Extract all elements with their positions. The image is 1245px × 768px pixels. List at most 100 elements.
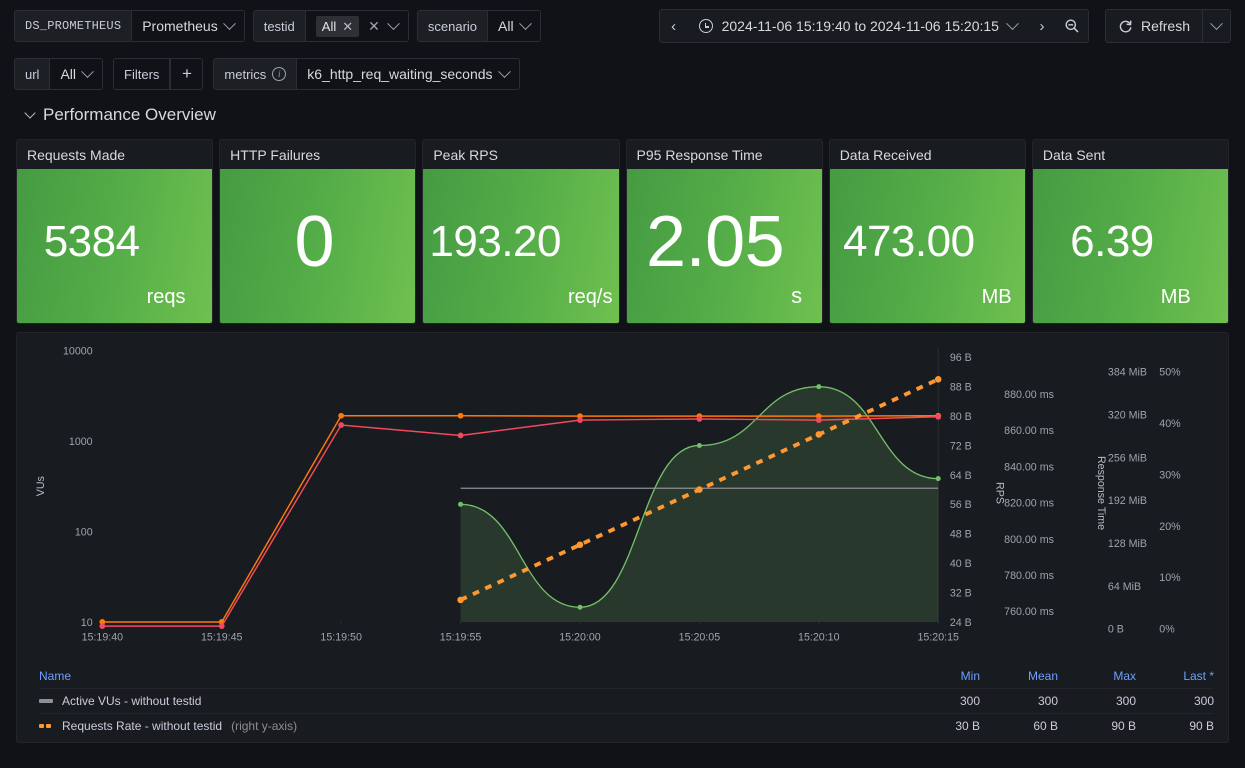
svg-text:0 B: 0 B — [1108, 624, 1124, 636]
datasource-variable-label: DS_PROMETHEUS — [15, 11, 133, 41]
stat-panel-p95-response-time[interactable]: P95 Response Time 2.05 s — [625, 139, 823, 324]
series-color-swatch — [39, 724, 53, 728]
chevron-down-icon — [387, 16, 400, 30]
legend-col-min[interactable]: Min — [902, 669, 980, 683]
filters-variable[interactable]: Filters + — [113, 58, 204, 90]
svg-text:56 B: 56 B — [950, 499, 972, 511]
scenario-variable[interactable]: scenario All — [416, 10, 541, 42]
svg-text:Response Time: Response Time — [1095, 456, 1107, 530]
testid-selected-pill[interactable]: All ✕ — [315, 15, 360, 37]
testid-variable[interactable]: testid All ✕ ✕ — [252, 10, 409, 42]
svg-text:30%: 30% — [1159, 469, 1181, 481]
stat-value: 193.20 — [429, 217, 561, 266]
url-variable[interactable]: url All — [14, 58, 104, 90]
testid-variable-value[interactable]: All ✕ ✕ — [305, 11, 408, 41]
stat-panel-data-received[interactable]: Data Received 473.00 MB — [828, 139, 1026, 324]
zoom-out-icon[interactable] — [1055, 10, 1088, 42]
legend-value-mean: 300 — [1037, 694, 1058, 708]
metrics-variable[interactable]: metrics i k6_http_req_waiting_seconds — [213, 58, 520, 90]
refresh-label: Refresh — [1140, 18, 1190, 34]
legend-row[interactable]: Active VUs - without testid 300 300 300 … — [39, 688, 1214, 713]
legend-row[interactable]: Requests Rate - without testid (right y-… — [39, 713, 1214, 738]
refresh-interval-dropdown[interactable] — [1202, 10, 1230, 42]
svg-text:32 B: 32 B — [950, 587, 972, 599]
dashboard-row-header[interactable]: Performance Overview — [0, 96, 1245, 130]
stat-panel-requests-made[interactable]: Requests Made 5384 reqs — [16, 139, 214, 324]
legend-series-name-cell[interactable]: Requests Rate - without testid (right y-… — [39, 719, 902, 733]
legend-col-mean[interactable]: Mean — [980, 669, 1058, 683]
svg-text:64 MiB: 64 MiB — [1108, 581, 1141, 593]
legend-header-row: Name Min Mean Max Last * — [39, 663, 1214, 688]
stat-value: 5384 — [43, 217, 140, 266]
stat-panel-data-sent[interactable]: Data Sent 6.39 MB — [1031, 139, 1230, 324]
add-filter-button[interactable]: + — [170, 59, 203, 89]
time-range-picker[interactable]: ‹ 2024-11-06 15:19:40 to 2024-11-06 15:2… — [658, 9, 1089, 43]
stat-unit: MB — [981, 286, 1012, 308]
svg-text:15:19:55: 15:19:55 — [440, 631, 482, 643]
chevron-down-icon — [497, 64, 511, 78]
svg-text:384 MiB: 384 MiB — [1108, 367, 1147, 379]
stat-value-area: 6.39 MB — [1032, 169, 1229, 323]
stat-value-area: 5384 reqs — [17, 169, 213, 323]
svg-text:780.00 ms: 780.00 ms — [1004, 570, 1054, 582]
legend-series-label: Active VUs - without testid — [62, 694, 202, 708]
svg-text:0%: 0% — [1159, 624, 1175, 636]
stat-panel-peak-rps[interactable]: Peak RPS 193.20 req/s — [422, 139, 620, 324]
scenario-variable-label: scenario — [417, 11, 489, 41]
info-icon[interactable]: i — [272, 67, 287, 81]
legend-value-max: 90 B — [1111, 719, 1136, 733]
clear-selection-icon[interactable]: ✕ — [366, 18, 382, 35]
svg-text:40 B: 40 B — [950, 558, 972, 570]
stat-value: 2.05 — [646, 202, 785, 282]
legend-col-last[interactable]: Last * — [1136, 669, 1214, 683]
legend-series-axis-note: (right y-axis) — [231, 719, 298, 733]
time-shift-forward-button[interactable]: › — [1027, 10, 1056, 42]
svg-text:10%: 10% — [1159, 572, 1181, 584]
legend-col-max[interactable]: Max — [1058, 669, 1136, 683]
legend-col-name[interactable]: Name — [39, 669, 902, 683]
time-range-display[interactable]: 2024-11-06 15:19:40 to 2024-11-06 15:20:… — [687, 10, 1028, 42]
stat-panel-http-failures[interactable]: HTTP Failures 0 — [219, 139, 417, 324]
legend-series-name-cell[interactable]: Active VUs - without testid — [39, 694, 902, 708]
stat-value-area: 0 — [220, 169, 416, 323]
timeseries-panel[interactable]: 15:19:40 15:19:45 15:19:50 15:19:55 15:20:00… — [16, 332, 1229, 743]
svg-text:820.00 ms: 820.00 ms — [1004, 498, 1054, 510]
stat-unit: req/s — [567, 286, 613, 308]
refresh-button[interactable]: Refresh — [1106, 10, 1202, 42]
chevron-down-icon — [222, 16, 236, 30]
row-collapse-icon[interactable] — [24, 107, 36, 119]
svg-text:88 B: 88 B — [950, 382, 972, 394]
svg-text:128 MiB: 128 MiB — [1108, 538, 1147, 550]
stat-value-area: 193.20 req/s — [423, 169, 619, 323]
timeseries-plot[interactable]: 15:19:40 15:19:45 15:19:50 15:19:55 15:20:00… — [17, 333, 1191, 653]
svg-text:40%: 40% — [1159, 418, 1181, 430]
svg-text:96 B: 96 B — [950, 352, 972, 364]
stat-value-area: 2.05 s — [626, 169, 822, 323]
remove-pill-icon[interactable]: ✕ — [342, 20, 353, 33]
svg-text:50%: 50% — [1159, 367, 1181, 379]
scenario-variable-value[interactable]: All — [488, 11, 540, 41]
svg-text:1000: 1000 — [69, 436, 93, 448]
svg-text:15:20:15: 15:20:15 — [917, 631, 959, 643]
svg-text:15:19:40: 15:19:40 — [82, 631, 124, 643]
stat-unit: MB — [1160, 286, 1191, 308]
refresh-picker[interactable]: Refresh — [1104, 9, 1231, 43]
legend-table: Name Min Mean Max Last * Active VUs - wi… — [17, 663, 1228, 742]
svg-text:10000: 10000 — [63, 345, 93, 357]
datasource-variable[interactable]: DS_PROMETHEUS Prometheus — [14, 10, 245, 42]
chevron-down-icon — [1210, 16, 1223, 30]
svg-text:72 B: 72 B — [950, 440, 972, 452]
stat-panels-row: Requests Made 5384 reqs HTTP Failures 0 … — [0, 130, 1245, 324]
chevron-down-icon — [81, 64, 94, 78]
legend-value-max: 300 — [1115, 694, 1136, 708]
svg-text:24 B: 24 B — [950, 617, 972, 629]
time-shift-back-button[interactable]: ‹ — [659, 10, 688, 42]
stat-value: 473.00 — [842, 217, 975, 266]
svg-text:10: 10 — [81, 617, 93, 629]
metrics-variable-value[interactable]: k6_http_req_waiting_seconds — [297, 59, 519, 89]
testid-variable-label: testid — [253, 11, 306, 41]
datasource-variable-value[interactable]: Prometheus — [132, 11, 244, 41]
legend-value-min: 30 B — [955, 719, 980, 733]
url-variable-value[interactable]: All — [50, 59, 103, 89]
svg-text:320 MiB: 320 MiB — [1108, 409, 1147, 421]
